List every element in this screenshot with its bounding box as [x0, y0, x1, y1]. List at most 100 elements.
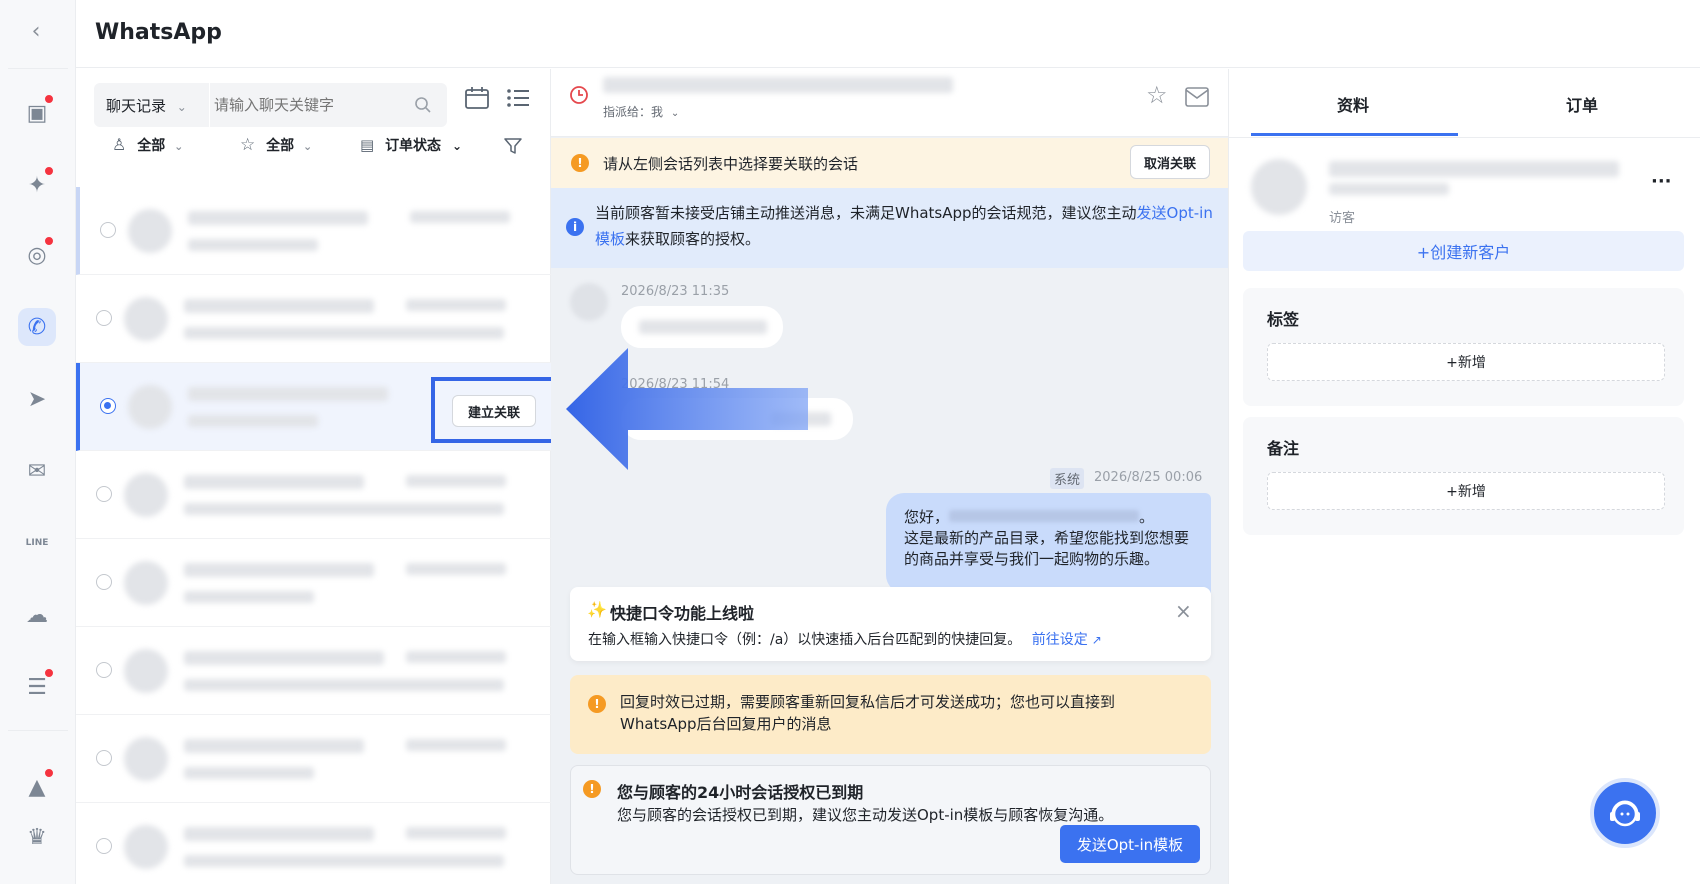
chevron-down-icon: ⌄	[174, 140, 184, 153]
search-bar: 聊天记录 ⌄	[94, 83, 447, 127]
quick-command-title: 快捷口令功能上线啦	[610, 604, 755, 623]
conversation-radio[interactable]	[100, 398, 116, 414]
reply-expired-notice: ! 回复时效已过期，需要顾客重新回复私信后才可发送成功；您也可以直接到Whats…	[570, 675, 1211, 754]
warning-icon: !	[571, 154, 589, 172]
tags-title: 标签	[1267, 310, 1300, 329]
create-customer-button[interactable]: +创建新客户	[1243, 231, 1684, 271]
conversation-row[interactable]	[76, 715, 551, 803]
support-chat-button[interactable]	[1590, 778, 1660, 848]
arrow-pointer-icon	[566, 348, 808, 470]
visitor-label: 访客	[1329, 211, 1356, 226]
star-icon: ☆	[240, 135, 256, 155]
email-icon[interactable]: ✉	[18, 452, 56, 490]
record-type-select[interactable]: 聊天记录 ⌄	[106, 95, 187, 116]
quick-command-card: ✨ 快捷口令功能上线啦 在输入框输入快捷口令（例：/a）以快速插入后台匹配到的快…	[570, 587, 1211, 661]
order-status-filter[interactable]: ▤ 订单状态 ⌄	[360, 135, 462, 155]
instagram-icon[interactable]: ◎	[18, 236, 56, 274]
more-options-icon[interactable]: ···	[1651, 171, 1672, 192]
link-notice-text: 请从左侧会话列表中选择要关联的会话	[603, 155, 859, 173]
warning-icon: !	[588, 695, 606, 713]
chat-keyword-search-input[interactable]	[214, 91, 404, 119]
system-tag: 系统	[1050, 468, 1085, 489]
cancel-link-button[interactable]: 取消关联	[1130, 145, 1210, 179]
shop-icon[interactable]: ▣	[18, 94, 56, 132]
user-icon: ♙	[112, 135, 127, 154]
back-icon[interactable]: ‹	[24, 20, 48, 44]
mail-icon[interactable]	[1185, 87, 1209, 107]
conversation-row[interactable]	[76, 451, 551, 539]
conversation-radio[interactable]	[100, 222, 116, 238]
app-rail: ‹ ▣ ✦ ◎ ✆ ➤ ✉ LINE ☁ ☰ ▲ ♛	[0, 0, 76, 884]
send-optin-template-button[interactable]: 发送Opt-in模板	[1060, 825, 1200, 863]
tags-card: 标签 +新增	[1243, 288, 1684, 406]
close-icon[interactable]: ×	[1175, 599, 1192, 623]
conversation-radio[interactable]	[96, 750, 112, 766]
notes-title: 备注	[1267, 439, 1300, 458]
conversation-radio[interactable]	[96, 662, 112, 678]
conversation-radio[interactable]	[96, 486, 112, 502]
info-text: 当前顾客暂未接受店铺主动推送消息，未满足WhatsApp的会话规范，建议您主动	[595, 204, 1137, 222]
reply-expired-text: 回复时效已过期，需要顾客重新回复私信后才可发送成功；您也可以直接到WhatsAp…	[620, 693, 1116, 733]
star-filter[interactable]: ☆ 全部 ⌄	[240, 135, 312, 155]
document-icon: ▤	[360, 136, 375, 154]
line-icon[interactable]: LINE	[18, 524, 56, 562]
image-icon[interactable]: ▲	[18, 768, 56, 806]
star-icon[interactable]: ☆	[1146, 81, 1168, 109]
chevron-down-icon: ⌄	[303, 140, 313, 153]
message-time: 2026/8/25 00:06	[1094, 470, 1203, 485]
external-link-icon[interactable]: ↗	[1092, 633, 1102, 647]
messenger-icon[interactable]: ✦	[18, 166, 56, 204]
calendar-icon[interactable]	[464, 85, 490, 111]
info-icon: i	[566, 218, 584, 236]
crown-icon[interactable]: ♛	[18, 818, 56, 856]
authorization-title: 您与顾客的24小时会话授权已到期	[617, 783, 864, 802]
create-link-button[interactable]: 建立关联	[452, 395, 536, 427]
assigned-to[interactable]: 指派给：我 ⌄	[603, 103, 679, 120]
conversation-row[interactable]	[76, 627, 551, 715]
authorization-expired-card: ! 您与顾客的24小时会话授权已到期 您与顾客的会话授权已到期，建议您主动发送O…	[570, 765, 1211, 875]
conversation-rows	[76, 187, 551, 884]
top-bar	[76, 0, 1700, 68]
telegram-icon[interactable]: ➤	[18, 380, 56, 418]
add-note-button[interactable]: +新增	[1267, 472, 1665, 510]
chevron-down-icon: ⌄	[176, 100, 187, 114]
conversation-radio[interactable]	[96, 838, 112, 854]
active-tab-indicator	[1251, 133, 1458, 136]
chevron-down-icon: ⌄	[670, 108, 680, 119]
authorization-body: 您与顾客的会话授权已到期，建议您主动发送Opt-in模板与顾客恢复沟通。	[617, 806, 1114, 824]
customer-panel: 资料 订单 访客 ··· +创建新客户 标签 +新增 备注 +新增	[1228, 69, 1700, 884]
go-settings-link[interactable]: 前往设定	[1032, 632, 1088, 648]
conversation-list-panel: 聊天记录 ⌄ ♙ 全部 ⌄ ☆ 全部 ⌄ ▤ 订单状态 ⌄ 建立关联	[76, 69, 555, 884]
wechat-icon[interactable]: ☁	[18, 596, 56, 634]
tab-orders[interactable]: 订单	[1566, 92, 1598, 116]
quick-command-body: 在输入框输入快捷口令（例：/a）以快速插入后台匹配到的快捷回复。 前往设定 ↗	[588, 632, 1102, 648]
conversation-row[interactable]	[76, 803, 551, 884]
chevron-down-icon: ⌄	[451, 139, 462, 153]
warning-icon: !	[583, 780, 601, 798]
conversation-radio[interactable]	[96, 574, 112, 590]
page-title: WhatsApp	[95, 20, 222, 45]
conversation-row[interactable]	[76, 275, 551, 363]
tab-profile[interactable]: 资料	[1337, 92, 1369, 116]
chat-icon[interactable]: ☰	[18, 668, 56, 706]
list-view-icon[interactable]	[506, 86, 530, 110]
clock-icon	[570, 86, 588, 104]
whatsapp-icon[interactable]: ✆	[18, 308, 56, 346]
filter-icon[interactable]	[504, 137, 522, 155]
add-tag-button[interactable]: +新增	[1267, 343, 1665, 381]
chat-header: 指派给：我 ⌄ ☆	[551, 69, 1228, 137]
headset-icon	[1610, 800, 1640, 827]
agent-filter[interactable]: ♙ 全部 ⌄	[112, 135, 183, 155]
message-bubble	[621, 306, 783, 348]
outgoing-message-bubble: 您好，。 这是最新的产品目录，希望您能找到您想要的商品并享受与我们一起购物的乐趣…	[886, 493, 1211, 593]
conversation-row[interactable]	[76, 187, 551, 275]
conversation-radio[interactable]	[96, 310, 112, 326]
party-icon: ✨	[587, 600, 607, 619]
avatar	[1251, 159, 1307, 215]
notes-card: 备注 +新增	[1243, 417, 1684, 535]
conversation-row[interactable]	[76, 539, 551, 627]
search-icon[interactable]	[414, 96, 432, 114]
message-time: 2026/8/23 11:35	[621, 284, 730, 299]
link-notice-bar: ! 请从左侧会话列表中选择要关联的会话 取消关联	[551, 138, 1228, 188]
optin-info-bar: i 当前顾客暂未接受店铺主动推送消息，未满足WhatsApp的会话规范，建议您主…	[551, 188, 1228, 268]
